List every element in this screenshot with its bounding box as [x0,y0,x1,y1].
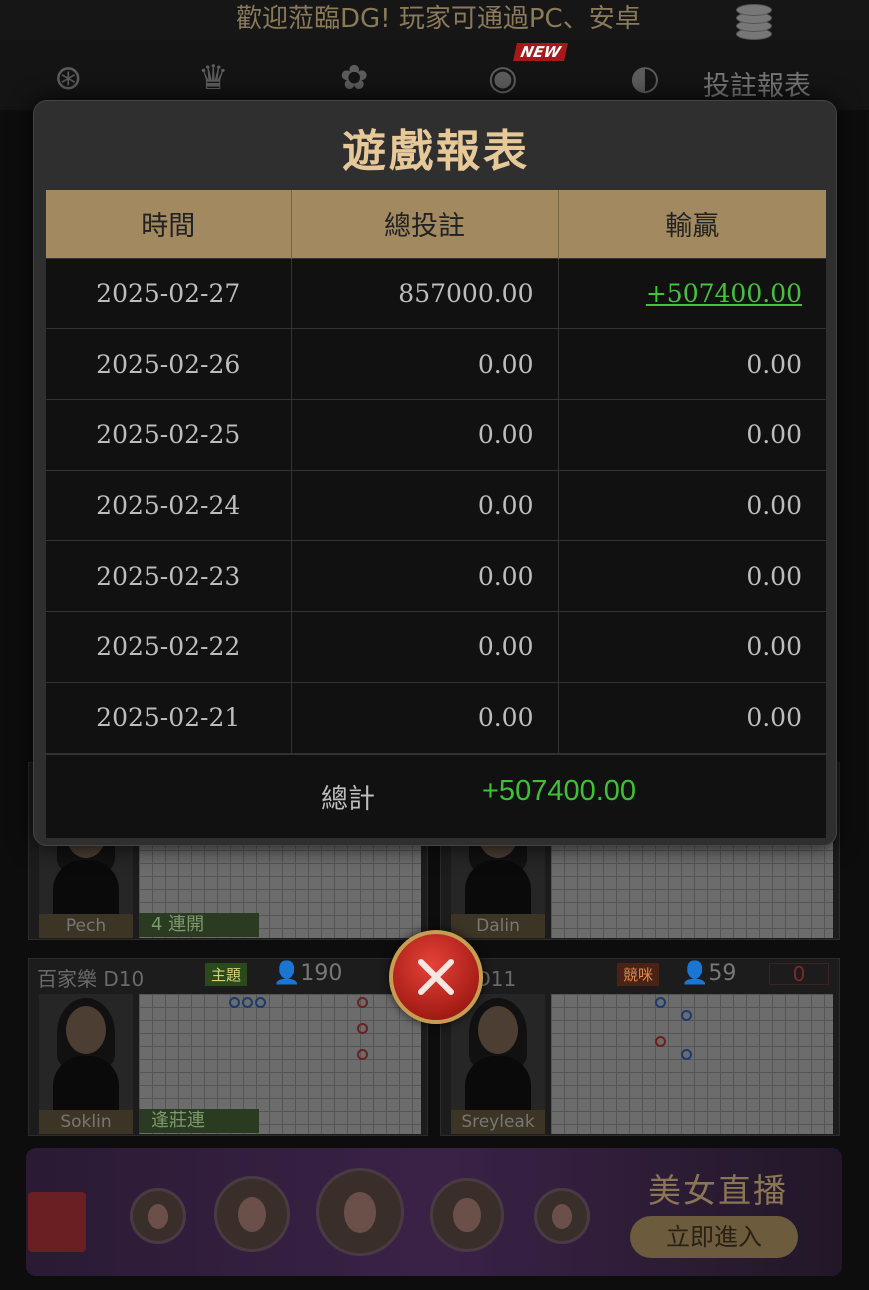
column-header-time: 時間 [46,190,292,258]
row-date: 2025-02-22 [46,610,292,683]
squeeze-badge: 競咪 [617,963,660,986]
row-date: 2025-02-21 [46,681,292,753]
crown-icon[interactable]: ♛ [198,58,228,98]
dealer-photo: Sreyleak [451,994,545,1134]
modal-title: 遊戲報表 [342,126,530,177]
table-row: 2025-02-26 0.00 0.00 [46,328,826,400]
row-bet: 0.00 [291,469,559,541]
table-header-row: 時間 總投註 輸贏 [46,190,826,258]
live-beauty-banner[interactable]: 美女直播 立即進入 [26,1148,842,1276]
row-bet: 857000.00 [291,257,559,329]
game-table-card[interactable]: 百家樂 D10 主題 👤190 Soklin 逢莊連 [28,958,428,1136]
promo-title: 美女直播 [648,1171,788,1210]
close-icon [418,959,454,995]
enter-live-button[interactable]: 立即進入 [630,1216,798,1258]
avatar [534,1188,590,1244]
dealer-name: Pech [39,914,133,938]
new-badge: NEW [513,43,569,61]
row-bet: 0.00 [291,328,559,400]
game-table-card[interactable]: 樂 D11 競咪 👤59 0 Sreyleak [440,958,840,1136]
column-header-total-bet: 總投註 [291,190,559,258]
row-date: 2025-02-27 [46,257,292,329]
table-row: 2025-02-25 0.00 0.00 [46,398,826,471]
row-bet: 0.00 [291,681,559,753]
player-count: 👤59 [681,961,737,986]
table-zero-badge: 0 [769,963,829,985]
row-date: 2025-02-25 [46,398,292,471]
dealer-name: Dalin [451,914,545,938]
row-date: 2025-02-26 [46,328,292,400]
table-title: 百家樂 D10 [37,967,145,991]
road-trend-label: 4 連開 [139,913,259,937]
avatar [316,1168,404,1256]
game-report-modal: 遊戲報表 時間 總投註 輸贏 2025-02-27 857000.00 +507… [33,100,837,846]
total-row: 總計 +507400.00 [46,754,826,838]
table-row: 2025-02-27 857000.00 +507400.00 [46,257,826,329]
row-result: 0.00 [558,681,826,753]
row-result: 0.00 [558,328,826,400]
new-game-icon[interactable]: ◉ [488,58,518,98]
row-result: 0.00 [558,540,826,612]
total-value: +507400.00 [482,775,637,807]
gift-icon [28,1192,86,1252]
bet-report-tab[interactable]: 投註報表 [703,64,811,103]
table-row: 2025-02-23 0.00 0.00 [46,540,826,612]
coins-icon[interactable] [734,4,774,42]
table-row: 2025-02-22 0.00 0.00 [46,610,826,683]
table-row: 2025-02-24 0.00 0.00 [46,469,826,541]
report-table: 時間 總投註 輸贏 2025-02-27 857000.00 +507400.0… [46,190,826,753]
road-trend-label: 逢莊連 [139,1109,259,1133]
avatar [214,1176,290,1252]
chip-icon[interactable]: ⊛ [54,58,83,98]
table-row: 2025-02-21 0.00 0.00 [46,681,826,753]
column-header-win-loss: 輸贏 [558,190,826,258]
row-result: 0.00 [558,610,826,683]
row-bet: 0.00 [291,398,559,471]
row-date: 2025-02-24 [46,469,292,541]
partial-icon[interactable]: ◐ [630,58,660,98]
row-bet: 0.00 [291,610,559,683]
total-label: 總計 [321,784,375,815]
lingerie-icon[interactable]: ✿ [340,58,369,98]
row-date: 2025-02-23 [46,540,292,612]
theme-badge: 主題 [205,963,248,986]
row-bet: 0.00 [291,540,559,612]
row-result-link[interactable]: +507400.00 [558,257,826,329]
close-modal-button[interactable] [389,930,483,1024]
dealer-photo: Soklin [39,994,133,1134]
row-result: 0.00 [558,469,826,541]
dealer-name: Soklin [39,1110,133,1134]
avatar [430,1178,504,1252]
dealer-name: Sreyleak [451,1110,545,1134]
road-map [551,994,833,1134]
player-count: 👤190 [273,961,343,986]
avatar [130,1188,186,1244]
row-result: 0.00 [558,398,826,471]
